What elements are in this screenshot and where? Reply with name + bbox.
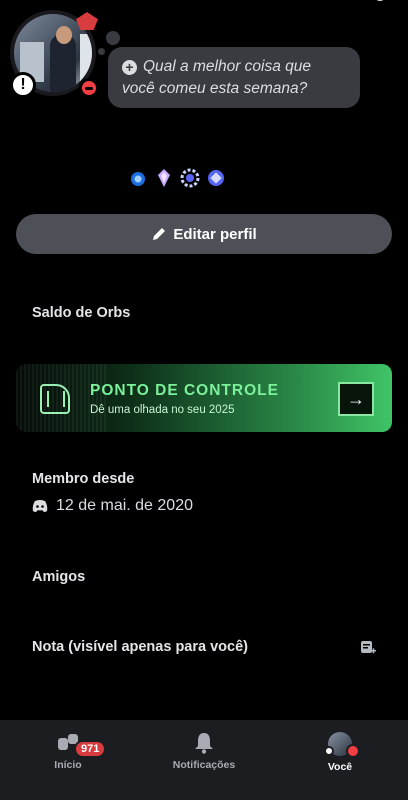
hypesquad-icon[interactable]: [128, 168, 148, 188]
discord-icon: [32, 499, 48, 512]
status-prompt: Qual a melhor coisa que você comeu esta …: [122, 58, 312, 97]
do-not-disturb-status-icon: [346, 744, 360, 758]
add-status-icon: +: [122, 59, 137, 75]
nav-home[interactable]: 971 Início: [0, 720, 136, 800]
add-note-icon[interactable]: [360, 640, 376, 656]
nav-you-label: Você: [327, 761, 353, 773]
do-not-disturb-status-icon: [79, 78, 99, 98]
boost-icon[interactable]: [180, 168, 200, 188]
bottom-navigation: 971 Início Notificações Você: [0, 720, 408, 800]
nav-notifications-label: Notificações: [172, 759, 236, 771]
top-toolbar: [288, 0, 388, 6]
custom-status-bubble[interactable]: + Qual a melhor coisa que você comeu esta…: [108, 47, 360, 108]
friends-label[interactable]: Amigos: [32, 569, 85, 585]
thought-dot: [106, 31, 120, 45]
nav-home-label: Início: [54, 759, 82, 771]
nav-you[interactable]: Você: [272, 720, 408, 800]
you-avatar: [324, 732, 360, 758]
profile-badges: [128, 168, 226, 188]
member-since-date: 12 de mai. de 2020: [32, 497, 193, 515]
nav-notifications[interactable]: Notificações: [136, 720, 272, 800]
arrow-right-icon[interactable]: →: [338, 382, 374, 416]
banner-title: PONTO DE CONTROLE: [90, 382, 279, 399]
home-count-badge: 971: [74, 740, 107, 758]
gift-icon[interactable]: [330, 0, 346, 6]
checkpoint-gate-icon: [40, 384, 70, 414]
profile-avatar[interactable]: !: [10, 10, 99, 98]
pencil-icon: [153, 228, 166, 240]
avatar-decoration-icon: [76, 12, 98, 30]
member-since-label: Membro desde: [32, 471, 135, 487]
banner-subtitle: Dê uma olhada no seu 2025: [90, 404, 235, 416]
note-label: Nota (visível apenas para você): [32, 639, 248, 655]
checkpoint-banner[interactable]: PONTO DE CONTROLE Dê uma olhada no seu 2…: [16, 364, 392, 432]
settings-icon[interactable]: [372, 0, 388, 6]
alert-icon: !: [10, 72, 36, 98]
bell-icon: [195, 733, 213, 754]
nitro-gem-icon[interactable]: [154, 168, 174, 188]
alert-icon: [324, 746, 334, 756]
orbs-balance-label: Saldo de Orbs: [32, 305, 131, 321]
quest-icon[interactable]: [206, 168, 226, 188]
edit-profile-label: Editar perfil: [173, 225, 257, 243]
shop-icon[interactable]: [288, 0, 304, 6]
edit-profile-button[interactable]: Editar perfil: [16, 214, 392, 254]
thought-dot: [98, 48, 105, 55]
